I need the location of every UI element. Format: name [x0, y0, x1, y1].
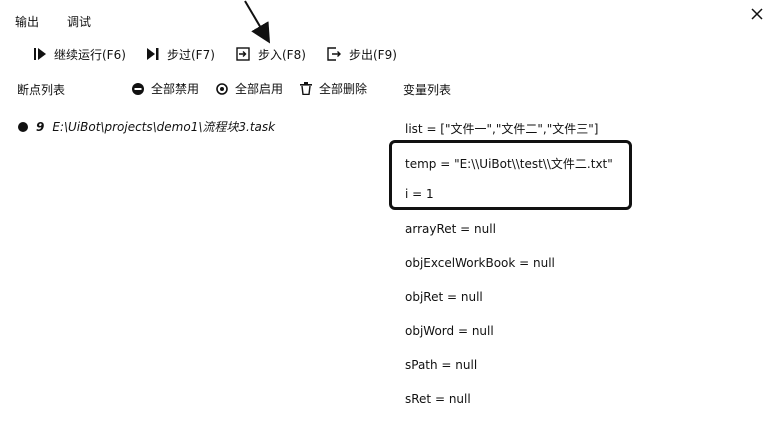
continue-button[interactable]: 继续运行(F6): [34, 44, 126, 64]
variable-item[interactable]: list = ["文件一","文件二","文件三"]: [405, 120, 598, 137]
play-icon: [34, 48, 46, 60]
tab-output[interactable]: 输出: [15, 13, 39, 30]
breakpoint-list-title: 断点列表: [17, 83, 66, 97]
delete-all-button[interactable]: 全部删除: [300, 80, 367, 97]
enable-all-button[interactable]: 全部启用: [216, 80, 283, 97]
variable-item[interactable]: objRet = null: [405, 290, 483, 304]
variable-item[interactable]: sRet = null: [405, 392, 471, 406]
step-into-label: 步入(F8): [258, 47, 306, 62]
breakpoint-path: E:\UiBot\projects\demo1\流程块3.task: [52, 120, 276, 134]
step-out-label: 步出(F9): [349, 47, 397, 62]
enable-all-label: 全部启用: [235, 82, 284, 96]
gear-icon: [216, 82, 228, 95]
minus-circle-icon: [132, 82, 144, 95]
breakpoint-line-number: 9: [36, 119, 45, 134]
trash-icon: [300, 82, 312, 95]
continue-label: 继续运行(F6): [54, 47, 126, 62]
variable-item[interactable]: sPath = null: [405, 358, 477, 372]
variable-item[interactable]: objWord = null: [405, 324, 494, 338]
close-button[interactable]: [749, 6, 765, 22]
step-over-label: 步过(F7): [167, 47, 215, 62]
step-over-icon: [147, 48, 159, 60]
step-over-button[interactable]: 步过(F7): [147, 44, 215, 64]
highlight-box: [389, 140, 632, 210]
breakpoint-item[interactable]: 9 E:\UiBot\projects\demo1\流程块3.task: [18, 118, 275, 135]
variable-list-title: 变量列表: [403, 83, 452, 97]
step-out-button[interactable]: 步出(F9): [327, 44, 397, 64]
tab-debug[interactable]: 调试: [67, 13, 91, 30]
step-into-icon: [236, 47, 250, 61]
step-out-icon: [327, 47, 341, 61]
disable-all-button[interactable]: 全部禁用: [132, 80, 199, 97]
variable-item[interactable]: objExcelWorkBook = null: [405, 256, 555, 270]
variable-item[interactable]: arrayRet = null: [405, 222, 496, 236]
breakpoint-dot-icon: [18, 121, 28, 132]
close-icon: [751, 8, 763, 20]
step-into-button[interactable]: 步入(F8): [236, 44, 306, 64]
delete-all-label: 全部删除: [319, 82, 368, 96]
annotation-arrow: [244, 0, 271, 44]
disable-all-label: 全部禁用: [151, 82, 200, 96]
